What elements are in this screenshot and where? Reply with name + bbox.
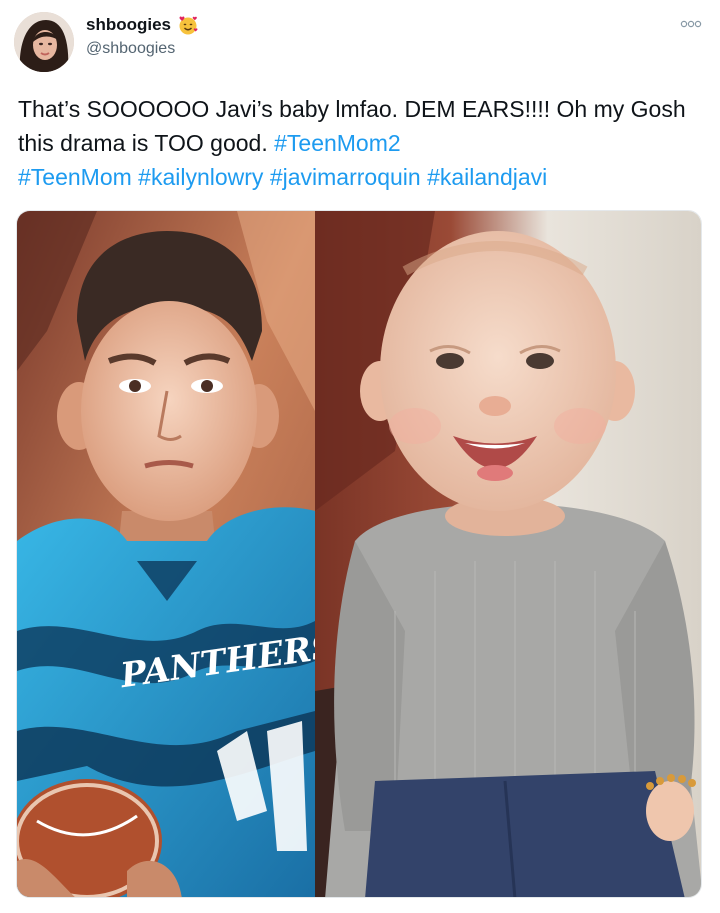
hashtag-link[interactable]: #kailynlowry	[138, 164, 263, 190]
left-photo[interactable]: PANTHERS	[17, 211, 315, 897]
tweet-media[interactable]: PANTHERS	[16, 210, 702, 898]
smiling-face-with-hearts-emoji-icon	[177, 15, 199, 35]
avatar[interactable]	[14, 12, 74, 72]
hashtag-link[interactable]: #TeenMom2	[274, 130, 401, 156]
user-handle[interactable]: @shboogies	[86, 39, 199, 59]
tweet-card: shboogies @shboogies That’s SOOOOOO Javi…	[0, 0, 720, 913]
hashtag-link[interactable]: #kailandjavi	[427, 164, 547, 190]
hashtag-link[interactable]: #javimarroquin	[270, 164, 421, 190]
tweet-text: That’s SOOOOOO Javi’s baby lmfao. DEM EA…	[18, 92, 708, 194]
display-name[interactable]: shboogies	[86, 14, 171, 36]
more-options-icon[interactable]	[680, 16, 702, 28]
hashtag-link[interactable]: #TeenMom	[18, 164, 132, 190]
user-names: shboogies @shboogies	[86, 14, 199, 59]
right-photo[interactable]	[315, 211, 701, 897]
name-row: shboogies	[86, 14, 199, 36]
